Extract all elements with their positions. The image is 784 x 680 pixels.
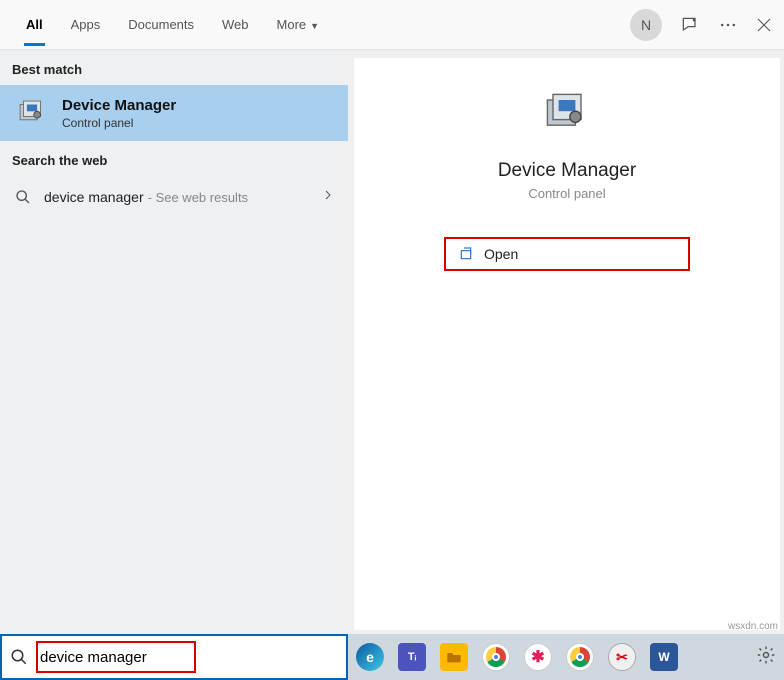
search-input[interactable] <box>40 649 190 666</box>
chrome-icon-2[interactable] <box>566 643 594 671</box>
edge-icon[interactable]: e <box>356 643 384 671</box>
tab-documents[interactable]: Documents <box>114 3 208 46</box>
tab-web[interactable]: Web <box>208 3 263 46</box>
best-match-subtitle: Control panel <box>62 116 176 130</box>
preview-device-manager-icon <box>539 86 595 142</box>
preview-subtitle: Control panel <box>528 186 605 201</box>
section-search-web: Search the web <box>0 141 348 176</box>
web-result-item[interactable]: device manager- See web results <box>0 176 348 218</box>
slack-icon[interactable]: ✱ <box>524 643 552 671</box>
close-icon[interactable] <box>756 17 772 33</box>
preview-pane: Device Manager Control panel Open <box>354 58 780 630</box>
chevron-down-icon: ▼ <box>310 21 319 31</box>
scope-tabs: All Apps Documents Web More▼ <box>12 3 333 46</box>
tab-apps[interactable]: Apps <box>57 3 115 46</box>
section-best-match: Best match <box>0 50 348 85</box>
web-result-text: device manager- See web results <box>44 189 248 205</box>
taskbar-tray: e Tᵢ ✱ ✂ W <box>348 634 784 680</box>
snipping-tool-icon[interactable]: ✂ <box>608 643 636 671</box>
best-match-item[interactable]: Device Manager Control panel <box>0 85 348 141</box>
user-avatar[interactable]: N <box>630 9 662 41</box>
file-explorer-icon[interactable] <box>440 643 468 671</box>
open-label: Open <box>484 246 518 262</box>
tab-all[interactable]: All <box>12 3 57 46</box>
teams-icon[interactable]: Tᵢ <box>398 643 426 671</box>
tab-more[interactable]: More▼ <box>263 3 334 46</box>
device-manager-icon <box>14 95 50 131</box>
best-match-title: Device Manager <box>62 97 176 114</box>
results-area: Best match Device Manager Control panel … <box>0 50 784 630</box>
top-tabs-bar: All Apps Documents Web More▼ N <box>0 0 784 50</box>
watermark: wsxdn.com <box>728 621 778 632</box>
best-match-text: Device Manager Control panel <box>62 97 176 130</box>
preview-title: Device Manager <box>498 160 636 182</box>
search-icon <box>14 189 32 205</box>
results-list: Best match Device Manager Control panel … <box>0 50 348 630</box>
open-icon <box>458 246 474 262</box>
taskbar-search[interactable] <box>0 634 348 680</box>
feedback-icon[interactable] <box>680 15 700 35</box>
taskbar: e Tᵢ ✱ ✂ W <box>0 634 784 680</box>
chevron-right-icon[interactable] <box>322 188 334 206</box>
open-button[interactable]: Open <box>444 237 690 271</box>
chrome-icon[interactable] <box>482 643 510 671</box>
more-options-icon[interactable] <box>718 15 738 35</box>
word-icon[interactable]: W <box>650 643 678 671</box>
search-icon <box>10 648 28 666</box>
settings-icon[interactable] <box>756 645 776 670</box>
search-input-wrapper <box>36 641 196 673</box>
topbar-actions: N <box>630 9 772 41</box>
